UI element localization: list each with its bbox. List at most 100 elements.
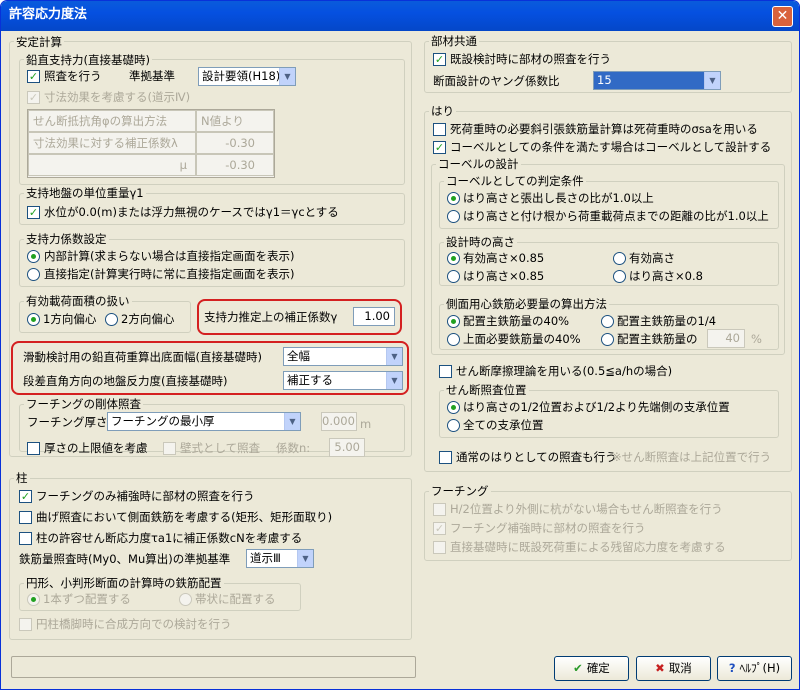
column-c4-label: 円柱橋脚時に合成方向での検討を行う xyxy=(36,617,232,631)
column-c2-checkbox[interactable] xyxy=(19,511,32,524)
side-o3-radio[interactable] xyxy=(447,333,460,346)
cond-ratio2-radio[interactable] xyxy=(447,210,460,223)
status-bar xyxy=(11,656,416,678)
beam-c1-checkbox[interactable] xyxy=(433,123,446,136)
column-c1-label: フーチングのみ補強時に部材の照査を行う xyxy=(36,489,255,503)
column-c4-checkbox[interactable] xyxy=(19,618,32,631)
shear-pos-title: せん断照査位置 xyxy=(444,383,529,397)
sliding-label: 滑動検討用の鉛直荷重算出底面幅(直接基礎時) xyxy=(23,350,262,364)
footing-title: フーチング xyxy=(429,484,491,498)
chevron-down-icon: ▼ xyxy=(386,372,402,389)
grid-value-lambda[interactable]: -0.30 xyxy=(196,132,274,154)
footing-c1-label: H/2位置より外側に杭がない場合もせん断照査を行う xyxy=(450,502,723,516)
bearing-check-checkbox[interactable]: ✓ xyxy=(27,70,40,83)
circ-single-radio[interactable] xyxy=(27,593,40,606)
height-o4-label: はり高さ×0.8 xyxy=(629,269,703,283)
side-o1-radio[interactable] xyxy=(447,315,460,328)
size-effect-checkbox[interactable]: ✓ xyxy=(27,91,40,104)
correction-label: 支持力推定上の補正係数γ xyxy=(204,310,338,324)
side-o2-radio[interactable] xyxy=(601,315,614,328)
thickness-input[interactable]: 0.000 xyxy=(321,412,357,431)
footing-c3-checkbox[interactable] xyxy=(433,541,446,554)
young-select[interactable]: 15 ▼ xyxy=(593,71,721,90)
circ-title: 円形、小判形断面の計算時の鉄筋配置 xyxy=(24,576,224,590)
coef-internal-radio[interactable] xyxy=(27,250,40,263)
footing-c2-label: フーチング補強時に部材の照査を行う xyxy=(450,521,646,535)
side-percent-input[interactable]: 40 xyxy=(707,329,745,348)
thickness-select[interactable]: フーチングの最小厚 ▼ xyxy=(107,412,301,431)
height-o1-radio[interactable] xyxy=(447,252,460,265)
height-o2-radio[interactable] xyxy=(613,252,626,265)
eff-area-1dir-radio[interactable] xyxy=(27,313,40,326)
correction-input[interactable]: 1.00 xyxy=(353,307,395,326)
grid-label-lambda: 寸法効果に対する補正係数λ xyxy=(28,132,196,154)
rebar-standard-select[interactable]: 道示Ⅲ ▼ xyxy=(246,549,314,568)
young-label: 断面設計のヤング係数比 xyxy=(433,74,560,88)
height-o4-radio[interactable] xyxy=(613,270,626,283)
eff-area-title: 有効載荷面積の扱い xyxy=(24,294,132,308)
upper-limit-checkbox[interactable] xyxy=(27,442,40,455)
normal-check-checkbox[interactable] xyxy=(439,451,452,464)
coef-n-input[interactable]: 5.00 xyxy=(329,438,365,457)
common-c1-checkbox[interactable]: ✓ xyxy=(433,53,446,66)
sliding-select[interactable]: 全幅 ▼ xyxy=(283,347,403,366)
circ-band-radio[interactable] xyxy=(179,593,192,606)
wall-check-checkbox[interactable] xyxy=(163,442,176,455)
window-title: 許容応力度法 xyxy=(9,7,88,22)
coef-direct-label: 直接指定(計算実行時に常に直接指定画面を表示) xyxy=(44,267,295,281)
upper-limit-label: 厚さの上限値を考慮 xyxy=(44,441,148,455)
unit-weight-label: 水位が0.0(m)または浮力無視のケースではγ1＝γcとする xyxy=(44,205,339,219)
wall-check-label: 壁式として照査 xyxy=(180,441,261,455)
shear-theory-checkbox[interactable] xyxy=(439,365,452,378)
circ-single-label: 1本ずつ配置する xyxy=(43,592,131,606)
side-o4-radio[interactable] xyxy=(601,333,614,346)
unit-weight-checkbox[interactable]: ✓ xyxy=(27,206,40,219)
cond-ratio1-label: はり高さと張出し長さの比が1.0以上 xyxy=(463,191,654,205)
shear-theory-label: せん断摩擦理論を用いる(0.5≦a/hの場合) xyxy=(456,364,673,378)
step-label: 段差直角方向の地盤反力度(直接基礎時) xyxy=(23,374,228,388)
grid-label-phi: せん断抵抗角φの算出方法 xyxy=(28,110,196,132)
footing-rigid-title: フーチングの剛体照査 xyxy=(24,397,143,411)
beam-title: はり xyxy=(429,104,456,118)
height-o3-radio[interactable] xyxy=(447,270,460,283)
side-title: 側面用心鉄筋必要量の算出方法 xyxy=(444,297,609,311)
shear-pos-o1-label: はり高さの1/2位置および1/2より先端側の支承位置 xyxy=(463,400,730,414)
side-percent-unit: % xyxy=(751,332,762,346)
shear-pos-o2-radio[interactable] xyxy=(447,419,460,432)
common-title: 部材共通 xyxy=(429,34,479,48)
unit-weight-title: 支持地盤の単位重量γ1 xyxy=(24,186,146,200)
footing-c2-checkbox[interactable]: ✓ xyxy=(433,522,446,535)
eff-area-1dir-label: 1方向偏心 xyxy=(43,312,97,326)
help-button[interactable]: ? ﾍﾙﾌﾟ(H) xyxy=(717,656,792,681)
coef-direct-radio[interactable] xyxy=(27,268,40,281)
footing-c1-checkbox[interactable] xyxy=(433,503,446,516)
coef-internal-label: 内部計算(求まらない場合は直接指定画面を表示) xyxy=(44,249,295,263)
standard-select[interactable]: 設計要領(H18) ▼ xyxy=(198,67,296,86)
column-c1-checkbox[interactable]: ✓ xyxy=(19,490,32,503)
thickness-label: フーチング厚さ xyxy=(27,415,108,429)
help-icon: ? xyxy=(728,661,736,675)
stability-title: 安定計算 xyxy=(14,35,64,49)
rebar-standard-label: 鉄筋量照査時(My0、Mu算出)の準拠基準 xyxy=(19,552,231,566)
check-icon: ✔ xyxy=(573,661,583,675)
beam-c1-label: 死荷重時の必要斜引張鉄筋量計算は死荷重時のσsaを用いる xyxy=(450,122,758,136)
close-button[interactable]: ✕ xyxy=(772,6,793,27)
shear-pos-o1-radio[interactable] xyxy=(447,401,460,414)
column-c3-checkbox[interactable] xyxy=(19,532,32,545)
column-c2-label: 曲げ照査において側面鉄筋を考慮する(矩形、矩形面取り) xyxy=(36,510,333,524)
coef-title: 支持力係数設定 xyxy=(24,232,109,246)
corbel-cond-title: コーベルとしての判定条件 xyxy=(444,174,586,188)
beam-c2-checkbox[interactable]: ✓ xyxy=(433,141,446,154)
chevron-down-icon: ▼ xyxy=(704,72,720,89)
eff-area-2dir-label: 2方向偏心 xyxy=(121,312,175,326)
grid-value-phi[interactable]: N値より xyxy=(196,110,274,132)
beam-c2-label: コーベルとしての条件を満たす場合はコーベルとして設計する xyxy=(450,140,772,154)
bearing-grid: せん断抵抗角φの算出方法 N値より 寸法効果に対する補正係数λ -0.30 μ … xyxy=(27,109,275,178)
eff-area-2dir-radio[interactable] xyxy=(105,313,118,326)
cancel-button[interactable]: ✖ 取消 xyxy=(636,656,711,681)
cond-ratio1-radio[interactable] xyxy=(447,192,460,205)
step-select[interactable]: 補正する ▼ xyxy=(283,371,403,390)
grid-label-mu: μ xyxy=(28,154,196,176)
ok-button[interactable]: ✔ 確定 xyxy=(554,656,629,681)
grid-value-mu[interactable]: -0.30 xyxy=(196,154,274,176)
